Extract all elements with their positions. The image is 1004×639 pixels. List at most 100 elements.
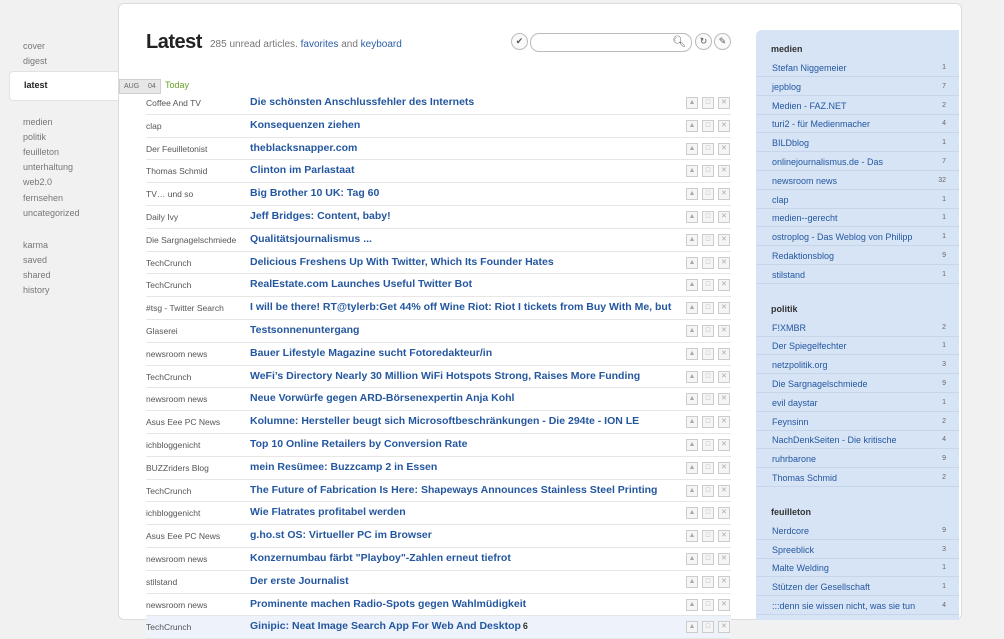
sidebar-feed-item[interactable]: Stützen der Gesellschaft 1 (756, 577, 959, 597)
like-icon[interactable]: ▲ (686, 347, 698, 360)
sidebar-category-heading[interactable]: feuilleton (771, 507, 811, 517)
close-icon[interactable]: ✕ (718, 256, 730, 269)
article-title-link[interactable]: Qualitätsjournalismus ... (250, 233, 372, 245)
edit-button[interactable]: ✎ (714, 33, 731, 50)
close-icon[interactable]: ✕ (718, 507, 730, 520)
article-row[interactable]: clap Konsequenzen ziehen ▲ □ ✕ (146, 115, 731, 138)
sidebar-feed-item[interactable]: Malte Welding 1 (756, 558, 959, 578)
save-icon[interactable]: □ (702, 233, 714, 246)
like-icon[interactable]: ▲ (686, 210, 698, 223)
close-icon[interactable]: ✕ (718, 279, 730, 292)
save-icon[interactable]: □ (702, 97, 714, 109)
sidebar-feed-item[interactable]: evil daystar 1 (756, 393, 959, 412)
like-icon[interactable]: ▲ (686, 142, 698, 155)
sidebar-feed-item[interactable]: medien--gerecht 1 (756, 208, 959, 228)
sidebar-feed-item[interactable]: Stefan Niggemeier 1 (756, 58, 959, 77)
like-icon[interactable]: ▲ (686, 507, 698, 520)
article-title-link[interactable]: RealEstate.com Launches Useful Twitter B… (250, 278, 472, 290)
like-icon[interactable]: ▲ (686, 575, 698, 588)
article-title-link[interactable]: Neue Vorwürfe gegen ARD-Börsenexpertin A… (250, 392, 514, 404)
save-icon[interactable]: □ (702, 507, 714, 520)
save-icon[interactable]: □ (702, 210, 714, 223)
close-icon[interactable]: ✕ (718, 302, 730, 315)
save-icon[interactable]: □ (702, 552, 714, 565)
feed-name[interactable]: :::denn sie wissen nicht, was sie tun (772, 601, 915, 611)
article-row[interactable]: ichbloggenicht Top 10 Online Retailers by… (146, 434, 731, 457)
save-icon[interactable]: □ (702, 621, 714, 634)
sidebar-feed-item[interactable]: netzpolitik.org 3 (756, 355, 959, 375)
article-title-link[interactable]: Jeff Bridges: Content, baby! (250, 210, 391, 222)
save-icon[interactable]: □ (702, 484, 714, 497)
close-icon[interactable]: ✕ (718, 393, 730, 406)
nav-item-uncategorized[interactable]: uncategorized (23, 207, 80, 219)
like-icon[interactable]: ▲ (686, 97, 698, 109)
search-field[interactable]: 🔍︎ (530, 33, 692, 52)
nav-item-digest[interactable]: digest (23, 55, 47, 67)
sidebar-feed-item[interactable]: NachDenkSeiten - Die kritische 4 (756, 430, 959, 450)
feed-name[interactable]: evil daystar (772, 398, 818, 408)
close-icon[interactable]: ✕ (718, 416, 730, 429)
like-icon[interactable]: ▲ (686, 416, 698, 429)
article-title-link[interactable]: I will be there! RT@tylerb:Get 44% off W… (250, 301, 671, 313)
feed-name[interactable]: netzpolitik.org (772, 360, 828, 370)
sidebar-feed-item[interactable]: stilstand 1 (756, 265, 959, 284)
feed-name[interactable]: Nerdcore (772, 526, 809, 536)
nav-item-web20[interactable]: web2.0 (23, 176, 52, 188)
keyboard-link[interactable]: keyboard (361, 39, 402, 50)
like-icon[interactable]: ▲ (686, 119, 698, 132)
nav-item-karma[interactable]: karma (23, 239, 48, 251)
article-title-link[interactable]: WeFi’s Directory Nearly 30 Million WiFi … (250, 370, 640, 382)
sidebar-feed-item[interactable]: Der Spiegelfechter 1 (756, 336, 959, 356)
like-icon[interactable]: ▲ (686, 233, 698, 246)
save-icon[interactable]: □ (702, 370, 714, 383)
feed-name[interactable]: Feynsinn (772, 417, 809, 427)
sidebar-feed-item[interactable]: turi2 - für Medienmacher 4 (756, 114, 959, 134)
article-row[interactable]: TechCrunch WeFi’s Directory Nearly 30 Mil… (146, 366, 731, 389)
feed-name[interactable]: ostroplog - Das Weblog von Philipp (772, 232, 912, 242)
close-icon[interactable]: ✕ (718, 552, 730, 565)
sidebar-category-heading[interactable]: politik (771, 304, 798, 314)
like-icon[interactable]: ▲ (686, 461, 698, 474)
feed-name[interactable]: Malte Welding (772, 563, 829, 573)
nav-item-politik[interactable]: politik (23, 131, 46, 143)
save-icon[interactable]: □ (702, 119, 714, 132)
like-icon[interactable]: ▲ (686, 370, 698, 383)
sidebar-feed-item[interactable]: Medien - FAZ.NET 2 (756, 96, 959, 115)
article-row[interactable]: newsroom news Prominente machen Radio-Spo… (146, 594, 731, 617)
feed-name[interactable]: NachDenkSeiten - Die kritische (772, 435, 897, 445)
article-title-link[interactable]: Delicious Freshens Up With Twitter, Whic… (250, 256, 554, 268)
sidebar-feed-item[interactable]: Die Sargnagelschmiede 9 (756, 374, 959, 393)
article-title-link[interactable]: Ginipic: Neat Image Search App For Web A… (250, 620, 528, 632)
like-icon[interactable]: ▲ (686, 530, 698, 543)
close-icon[interactable]: ✕ (718, 438, 730, 451)
article-row[interactable]: newsroom news Bauer Lifestyle Magazine su… (146, 343, 731, 366)
feed-name[interactable]: Spreeblick (772, 545, 814, 555)
article-title-link[interactable]: Top 10 Online Retailers by Conversion Ra… (250, 438, 467, 450)
article-row[interactable]: Asus Eee PC News g.ho.st OS: Virtueller P… (146, 525, 731, 548)
save-icon[interactable]: □ (702, 416, 714, 429)
nav-item-cover[interactable]: cover (23, 40, 45, 52)
article-title-link[interactable]: theblacksnapper.com (250, 142, 357, 154)
article-row[interactable]: Thomas Schmid Clinton im Parlastaat ▲ □ ✕ (146, 160, 731, 184)
sidebar-feed-item[interactable]: :::denn sie wissen nicht, was sie tun 4 (756, 596, 959, 615)
close-icon[interactable]: ✕ (718, 233, 730, 246)
sidebar-feed-item[interactable]: jepblog 7 (756, 77, 959, 96)
feed-name[interactable]: turi2 - für Medienmacher (772, 119, 870, 129)
article-row[interactable]: TV… und so Big Brother 10 UK: Tag 60 ▲ □ ✕ (146, 183, 731, 206)
sidebar-feed-item[interactable]: clap 1 (756, 190, 959, 209)
article-row[interactable]: ichbloggenicht Wie Flatrates profitabel w… (146, 502, 731, 526)
save-icon[interactable]: □ (702, 165, 714, 178)
like-icon[interactable]: ▲ (686, 621, 698, 634)
save-icon[interactable]: □ (702, 393, 714, 406)
article-title-link[interactable]: Prominente machen Radio-Spots gegen Wahl… (250, 598, 526, 610)
sidebar-feed-item[interactable]: Spreeblick 3 (756, 540, 959, 559)
feed-name[interactable]: F!XMBR (772, 323, 806, 333)
like-icon[interactable]: ▲ (686, 552, 698, 565)
article-title-link[interactable]: Bauer Lifestyle Magazine sucht Fotoredak… (250, 347, 492, 359)
close-icon[interactable]: ✕ (718, 188, 730, 201)
article-title-link[interactable]: Kolumne: Hersteller beugt sich Microsoft… (250, 415, 639, 427)
save-icon[interactable]: □ (702, 188, 714, 201)
close-icon[interactable]: ✕ (718, 210, 730, 223)
like-icon[interactable]: ▲ (686, 256, 698, 269)
nav-item-medien[interactable]: medien (23, 116, 53, 128)
